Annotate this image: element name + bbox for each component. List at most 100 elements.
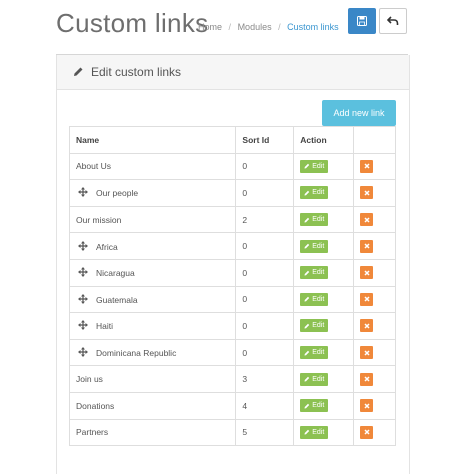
cell-sort-id: 5 xyxy=(235,418,295,447)
close-icon xyxy=(364,323,370,329)
cell-name: Nicaragua xyxy=(68,258,237,287)
custom-links-panel: Edit custom links Add new link Name Sort… xyxy=(56,55,410,474)
cell-name: About Us xyxy=(68,152,237,181)
pencil-icon xyxy=(304,323,310,329)
edit-label: Edit xyxy=(312,216,325,224)
delete-button[interactable] xyxy=(360,425,374,439)
column-header-action: Action xyxy=(293,126,355,154)
cell-sort-id: 3 xyxy=(235,365,295,393)
cell-edit: Edit xyxy=(293,338,355,367)
delete-button[interactable] xyxy=(360,292,374,306)
close-icon xyxy=(364,376,370,382)
cell-edit: Edit xyxy=(293,258,355,287)
cell-sort-id: 2 xyxy=(235,205,295,234)
delete-button[interactable] xyxy=(360,239,374,253)
move-arrows-icon[interactable] xyxy=(78,320,88,331)
breadcrumb-current: Custom links xyxy=(287,22,339,32)
cell-name: Our mission xyxy=(68,205,237,234)
delete-button[interactable] xyxy=(360,399,374,413)
edit-button[interactable]: Edit xyxy=(300,159,329,173)
cell-edit: Edit xyxy=(293,232,355,260)
move-arrows-icon[interactable] xyxy=(78,267,88,278)
delete-button[interactable] xyxy=(360,213,374,227)
breadcrumb-home[interactable]: Home xyxy=(198,22,222,32)
table-row: About Us 0 Edit xyxy=(68,152,396,181)
table-header-row: Name Sort Id Action xyxy=(68,126,396,154)
table-row: Our people 0 Edit xyxy=(68,179,396,207)
delete-button[interactable] xyxy=(360,346,374,360)
edit-label: Edit xyxy=(312,269,325,277)
move-arrows-icon[interactable] xyxy=(78,293,88,304)
link-name: Dominicana Republic xyxy=(96,348,177,359)
edit-button[interactable]: Edit xyxy=(300,266,329,280)
cell-edit: Edit xyxy=(293,365,355,393)
edit-button[interactable]: Edit xyxy=(300,239,329,253)
link-name: Our mission xyxy=(76,214,122,225)
add-new-link-button[interactable]: Add new link xyxy=(322,100,396,126)
edit-button[interactable]: Edit xyxy=(300,292,329,306)
pencil-icon xyxy=(304,243,310,249)
delete-button[interactable] xyxy=(360,319,374,333)
delete-button[interactable] xyxy=(360,266,374,280)
edit-label: Edit xyxy=(312,375,325,383)
link-name: Our people xyxy=(96,188,139,199)
edit-label: Edit xyxy=(312,428,325,436)
edit-button[interactable]: Edit xyxy=(300,213,329,227)
back-button[interactable] xyxy=(379,8,407,34)
move-arrows-icon[interactable] xyxy=(78,240,88,251)
link-name: Africa xyxy=(96,241,118,252)
cell-edit: Edit xyxy=(293,285,355,314)
pencil-icon xyxy=(304,350,310,356)
table-row: Our mission 2 Edit xyxy=(68,205,396,234)
breadcrumb-separator: / xyxy=(278,22,281,32)
table-row: Haiti 0 Edit xyxy=(68,312,396,340)
edit-label: Edit xyxy=(312,295,325,303)
pencil-icon xyxy=(304,376,310,382)
pencil-icon xyxy=(304,430,310,435)
edit-button[interactable]: Edit xyxy=(300,186,329,200)
pencil-icon xyxy=(304,297,310,302)
edit-button[interactable]: Edit xyxy=(300,346,329,360)
table-row: Nicaragua 0 Edit xyxy=(68,258,396,287)
link-name: Haiti xyxy=(96,321,114,332)
close-icon xyxy=(364,350,370,356)
delete-button[interactable] xyxy=(360,372,374,386)
cell-edit: Edit xyxy=(293,312,355,340)
cell-name: Dominicana Republic xyxy=(68,338,237,367)
cell-delete xyxy=(353,338,396,367)
move-arrows-icon[interactable] xyxy=(78,347,88,358)
edit-button[interactable]: Edit xyxy=(300,399,329,413)
edit-label: Edit xyxy=(312,402,325,410)
delete-button[interactable] xyxy=(360,186,374,200)
table-row: Join us 3 Edit xyxy=(68,365,396,393)
edit-button[interactable]: Edit xyxy=(300,372,329,386)
table-row: Africa 0 Edit xyxy=(68,232,396,260)
edit-label: Edit xyxy=(312,189,325,197)
cell-sort-id: 0 xyxy=(235,232,295,260)
edit-label: Edit xyxy=(312,242,325,250)
cell-edit: Edit xyxy=(293,152,355,181)
pencil-icon xyxy=(304,217,310,223)
move-arrows-icon[interactable] xyxy=(78,187,88,198)
table-row: Guatemala 0 Edit xyxy=(68,285,396,314)
cell-name: Join us xyxy=(68,365,237,393)
delete-button[interactable] xyxy=(360,159,374,173)
cell-sort-id: 0 xyxy=(235,179,295,207)
breadcrumb-separator: / xyxy=(228,22,232,32)
link-name: Donations xyxy=(76,400,115,411)
page-title: Custom links xyxy=(56,8,209,38)
cell-delete xyxy=(353,179,396,207)
cell-delete xyxy=(353,312,396,340)
breadcrumb-modules[interactable]: Modules xyxy=(238,22,272,32)
pencil-icon xyxy=(74,67,83,76)
cell-sort-id: 0 xyxy=(235,152,295,181)
edit-label: Edit xyxy=(312,162,325,170)
edit-button[interactable]: Edit xyxy=(300,425,329,439)
close-icon xyxy=(364,190,370,196)
cell-edit: Edit xyxy=(293,418,355,447)
save-button[interactable] xyxy=(348,8,376,34)
cell-delete xyxy=(353,258,396,287)
column-header-delete xyxy=(353,126,396,154)
edit-button[interactable]: Edit xyxy=(300,319,329,333)
link-name: Guatemala xyxy=(96,294,138,305)
